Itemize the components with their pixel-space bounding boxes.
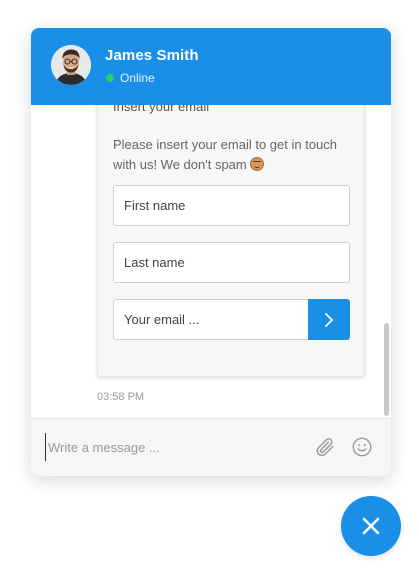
online-status-dot-icon xyxy=(106,74,114,82)
attach-file-button[interactable] xyxy=(313,435,337,459)
smiley-icon xyxy=(352,437,372,457)
email-input-group xyxy=(113,299,350,340)
scrollbar-thumb[interactable] xyxy=(384,323,389,416)
message-timestamp: 03:58 PM xyxy=(97,391,145,403)
form-card-description-text: Please insert your email to get in touch… xyxy=(113,137,338,172)
close-chat-button[interactable] xyxy=(341,496,401,556)
message-list[interactable]: Insert your email Please insert your ema… xyxy=(31,105,391,418)
status-label: Online xyxy=(120,71,155,85)
avatar-man-icon xyxy=(51,45,91,85)
emoji-picker-button[interactable] xyxy=(350,435,374,459)
message-scrollbar[interactable] xyxy=(384,105,389,418)
chat-header: James Smith Online xyxy=(31,28,391,105)
agent-status: Online xyxy=(106,71,155,85)
agent-avatar xyxy=(51,45,91,85)
last-name-field[interactable] xyxy=(113,242,350,283)
close-icon xyxy=(362,517,380,535)
smiling-face-emoji-icon xyxy=(249,157,264,171)
form-card-description: Please insert your email to get in touch… xyxy=(113,135,358,175)
message-input[interactable] xyxy=(45,433,298,461)
paperclip-icon xyxy=(316,438,334,457)
chat-widget: James Smith Online Insert your email Ple… xyxy=(31,28,391,476)
message-composer xyxy=(31,418,391,476)
submit-email-button[interactable] xyxy=(308,299,350,340)
form-card-title: Insert your email xyxy=(113,105,210,114)
agent-name: James Smith xyxy=(105,47,199,64)
first-name-field[interactable] xyxy=(113,185,350,226)
email-field[interactable] xyxy=(113,299,309,340)
email-form-card: Insert your email Please insert your ema… xyxy=(97,105,365,377)
chevron-right-icon xyxy=(325,312,333,327)
